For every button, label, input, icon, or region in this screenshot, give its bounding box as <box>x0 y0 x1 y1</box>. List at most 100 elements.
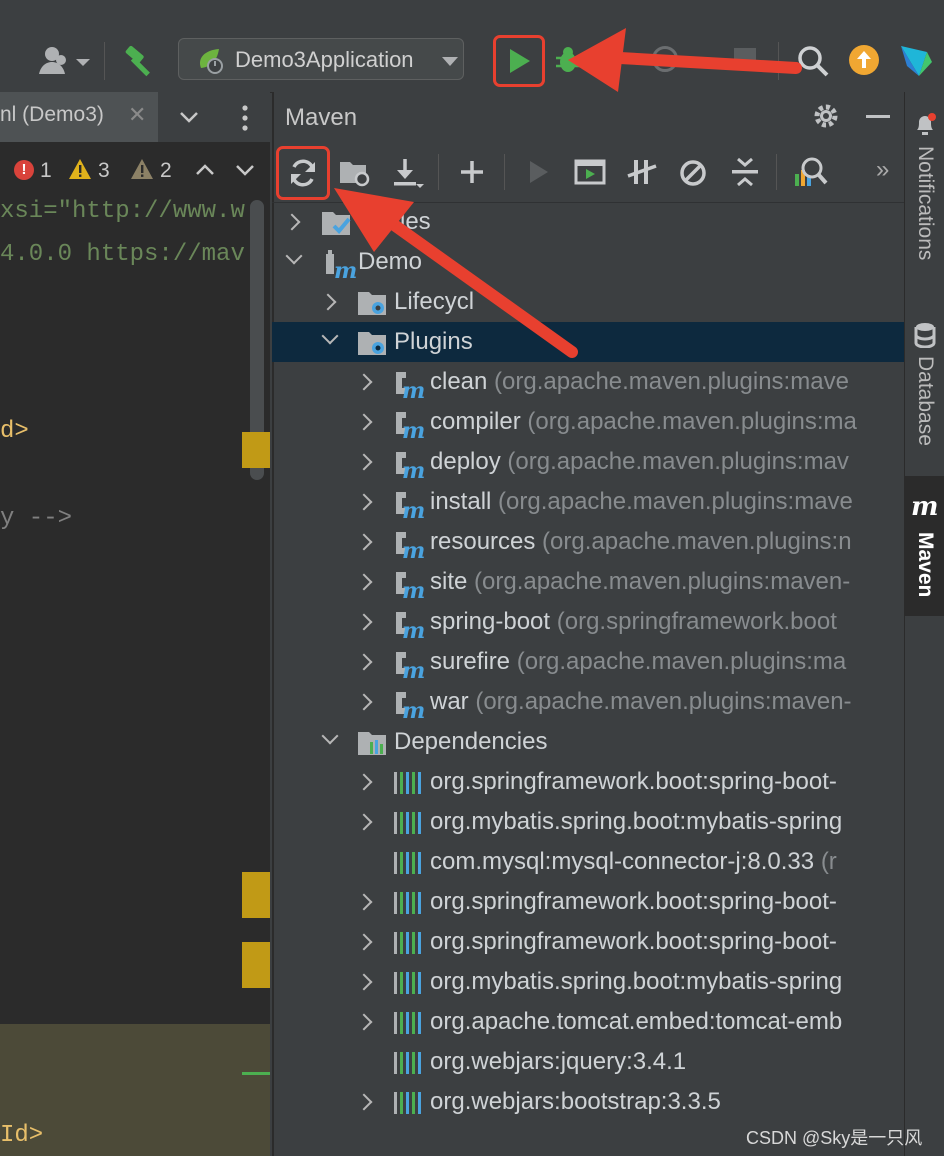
chevron-down-icon[interactable] <box>178 106 200 128</box>
skip-tests-icon[interactable] <box>678 158 708 193</box>
chevron-right-icon[interactable] <box>355 453 373 471</box>
warning-marker[interactable] <box>242 942 270 988</box>
toolbox-icon[interactable] <box>898 42 932 78</box>
chevron-right-icon[interactable] <box>355 493 373 511</box>
chevron-up-icon[interactable] <box>194 160 216 185</box>
inspections-widget[interactable]: ! 1 3 2 <box>0 150 270 190</box>
tree-item-plugin[interactable]: m site (org.apache.maven.plugins:maven- <box>272 562 904 602</box>
plugin-name: spring-boot <box>430 608 551 635</box>
chevron-right-icon[interactable] <box>355 653 373 671</box>
chevron-right-icon[interactable] <box>355 973 373 991</box>
maven-tab[interactable]: m Maven <box>905 476 944 616</box>
library-icon <box>392 850 424 882</box>
chevron-right-icon[interactable] <box>355 813 373 831</box>
warning-marker[interactable] <box>242 872 270 918</box>
chevron-down-icon[interactable] <box>321 727 339 745</box>
update-icon[interactable] <box>848 44 880 76</box>
database-tab[interactable]: Database <box>905 314 944 464</box>
tree-item-dependency[interactable]: org.mybatis.spring.boot:mybatis-spring <box>272 962 904 1002</box>
warning-count: 3 <box>98 159 110 182</box>
chevron-down-icon[interactable] <box>285 247 303 265</box>
code-line: 4.0.0 https://mav <box>0 241 245 268</box>
minimize-icon[interactable] <box>866 115 890 118</box>
library-icon <box>392 1090 424 1122</box>
maven-plugin-icon: m <box>392 446 426 482</box>
plugin-coordinates: (org.apache.maven.plugins:mave <box>494 368 849 395</box>
chevron-right-icon[interactable] <box>355 693 373 711</box>
chevron-right-icon[interactable] <box>355 533 373 551</box>
watermark: CSDN @Sky是一只风 <box>746 1128 923 1148</box>
plugin-coordinates: (org.apache.maven.plugins:n <box>542 528 852 555</box>
tree-item-plugin[interactable]: m install (org.apache.maven.plugins:mave <box>272 482 904 522</box>
plugin-coordinates: (org.apache.maven.plugins:mave <box>498 488 853 515</box>
spring-icon <box>195 46 227 74</box>
library-icon <box>392 970 424 1002</box>
maven-plugin-icon: m <box>392 606 426 642</box>
tree-item-dependencies[interactable]: Dependencies <box>272 722 904 762</box>
chevron-right-icon[interactable] <box>355 373 373 391</box>
chevron-right-icon[interactable] <box>355 933 373 951</box>
notifications-label: Notifications <box>914 146 937 261</box>
error-count: 1 <box>40 159 52 182</box>
tree-item-plugin[interactable]: m spring-boot (org.springframework.boot <box>272 602 904 642</box>
tree-item-dependency[interactable]: com.mysql:mysql-connector-j:8.0.33 (r <box>272 842 904 882</box>
weak-warning-icon <box>130 158 154 185</box>
code-line: d> <box>0 418 29 445</box>
maven-label: Maven <box>914 532 937 598</box>
chevron-right-icon[interactable] <box>355 1093 373 1111</box>
run-configuration-selector[interactable]: Demo3Application <box>178 38 464 80</box>
toggle-offline-icon[interactable] <box>626 156 658 193</box>
warning-marker[interactable] <box>242 432 270 468</box>
error-icon: ! <box>14 160 34 180</box>
collapse-all-icon[interactable] <box>730 156 760 193</box>
run-icon[interactable] <box>504 46 534 76</box>
chevron-right-icon[interactable] <box>355 893 373 911</box>
tree-item-plugin[interactable]: m war (org.apache.maven.plugins:maven- <box>272 682 904 722</box>
tree-item-plugin[interactable]: m compiler (org.apache.maven.plugins:ma <box>272 402 904 442</box>
chevron-down-icon[interactable] <box>234 160 256 185</box>
plugin-name: clean <box>430 368 488 395</box>
notifications-tab[interactable]: Notifications <box>905 96 944 292</box>
gear-icon[interactable] <box>812 102 840 130</box>
plugin-name: site <box>430 568 468 595</box>
tree-item-dependency[interactable]: org.webjars:bootstrap:3.3.5 <box>272 1082 904 1122</box>
chevron-right-icon[interactable] <box>355 613 373 631</box>
plugin-coordinates: (org.apache.maven.plugins:ma <box>516 648 847 675</box>
reload-icon[interactable] <box>288 158 318 193</box>
dependency-name: org.apache.tomcat.embed:tomcat-emb <box>430 1008 843 1035</box>
tree-item-plugin[interactable]: m deploy (org.apache.maven.plugins:mav <box>272 442 904 482</box>
more-icon[interactable]: » <box>876 156 889 184</box>
tree-item-dependency[interactable]: org.apache.tomcat.embed:tomcat-emb <box>272 1002 904 1042</box>
library-icon <box>392 890 424 922</box>
chevron-right-icon[interactable] <box>355 413 373 431</box>
editor-tab-label: nl (Demo3) <box>0 103 104 126</box>
user-icon[interactable] <box>36 44 92 78</box>
annotation-arrow <box>334 188 578 358</box>
editor-tab[interactable]: nl (Demo3) ✕ <box>0 92 158 142</box>
maven-icon: m <box>911 492 939 522</box>
chevron-right-icon[interactable] <box>355 1013 373 1031</box>
code-line: Id> <box>0 1122 44 1149</box>
tree-item-dependency[interactable]: org.springframework.boot:spring-boot- <box>272 882 904 922</box>
close-icon[interactable]: ✕ <box>128 102 146 128</box>
dependency-name: org.mybatis.spring.boot:mybatis-spring <box>430 808 843 835</box>
svg-text:m: m <box>402 698 425 720</box>
chevron-right-icon[interactable] <box>283 213 301 231</box>
tree-item-dependency[interactable]: org.springframework.boot:spring-boot- <box>272 922 904 962</box>
dependency-name: org.springframework.boot:spring-boot- <box>430 888 837 915</box>
chevron-right-icon[interactable] <box>355 773 373 791</box>
dependency-scope: (r <box>820 848 837 875</box>
hammer-icon[interactable] <box>122 44 158 78</box>
maven-plugin-icon: m <box>392 366 426 402</box>
database-label: Database <box>914 356 937 446</box>
svg-text:m: m <box>402 618 425 640</box>
tree-item-plugin[interactable]: m surefire (org.apache.maven.plugins:ma <box>272 642 904 682</box>
analyze-dependencies-icon[interactable] <box>792 156 830 195</box>
tree-item-dependency[interactable]: org.mybatis.spring.boot:mybatis-spring <box>272 802 904 842</box>
tree-item-dependency[interactable]: org.springframework.boot:spring-boot- <box>272 762 904 802</box>
dependency-name: org.webjars:jquery:3.4.1 <box>430 1048 687 1075</box>
tree-item-plugin[interactable]: m resources (org.apache.maven.plugins:n <box>272 522 904 562</box>
chevron-right-icon[interactable] <box>355 573 373 591</box>
tree-item-dependency[interactable]: org.webjars:jquery:3.4.1 <box>272 1042 904 1082</box>
more-options-icon[interactable] <box>240 104 250 132</box>
